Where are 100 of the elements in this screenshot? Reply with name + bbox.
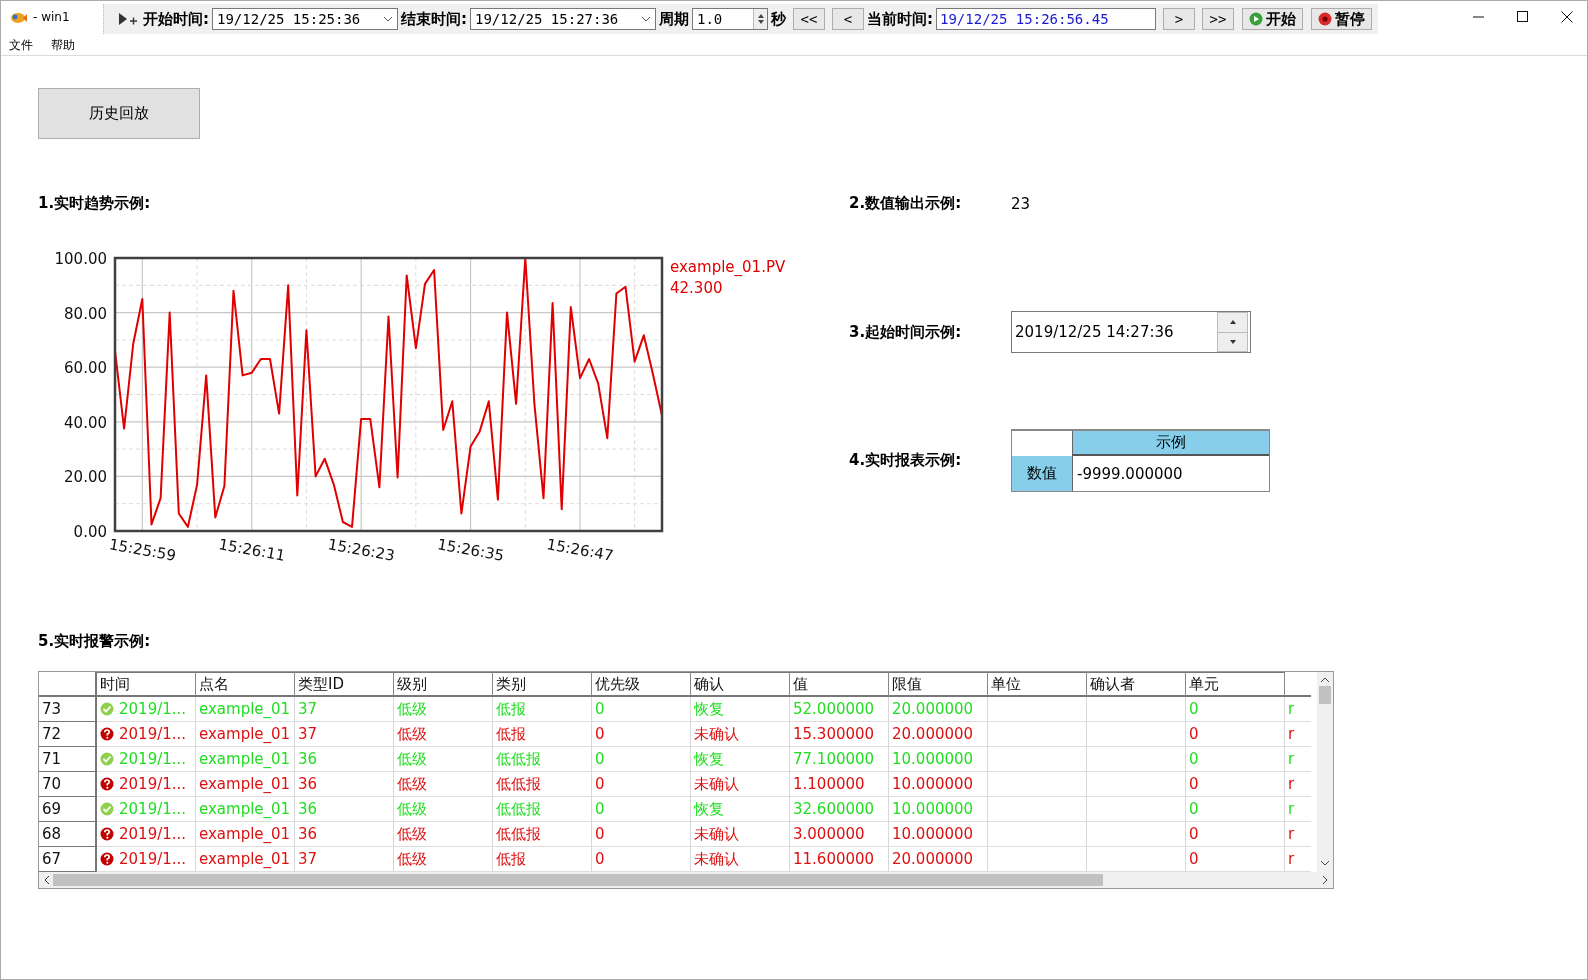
table-cell: 低级 [394, 697, 493, 722]
table-cell: 低低报 [493, 772, 592, 797]
table-cell: 36 [295, 772, 394, 797]
table-cell: 低报 [493, 697, 592, 722]
table-cell: 52.000000 [790, 697, 889, 722]
column-header[interactable]: 确认者 [1087, 672, 1186, 697]
column-header[interactable]: 单位 [988, 672, 1087, 697]
menu-item[interactable]: 文件 [9, 37, 33, 55]
section-heading: 2.数值输出示例: [849, 194, 963, 213]
table-cell: 77.100000 [790, 747, 889, 772]
table-cell: 20.000000 [889, 722, 988, 747]
column-header[interactable]: 值 [790, 672, 889, 697]
table-cell: 10.000000 [889, 822, 988, 847]
maximize-icon[interactable] [1517, 11, 1529, 23]
table-cell: 0 [592, 822, 691, 847]
app-icon [9, 10, 27, 24]
nav-button[interactable]: >> [1202, 8, 1234, 30]
up-arrow-icon [1229, 320, 1236, 325]
table-cell: r [1285, 772, 1311, 797]
table-cell: example_01 [196, 722, 295, 747]
caret-icon [383, 16, 393, 22]
column-header[interactable]: 类别 [493, 672, 592, 697]
table-cell: 37 [295, 697, 394, 722]
table-cell: 2019/1... [119, 725, 187, 743]
column-header[interactable]: 优先级 [592, 672, 691, 697]
table-cell: 2019/1... [119, 825, 187, 843]
history-playback-button[interactable]: 历史回放 [38, 88, 200, 139]
horizontal-scrollbar[interactable] [39, 872, 1333, 888]
menu-item[interactable]: 帮助 [51, 37, 75, 55]
period-label: 周期 [659, 9, 689, 29]
table-cell: 2019/1... [119, 700, 187, 718]
nav-button[interactable]: > [1163, 8, 1195, 30]
spin-arrows-icon [756, 13, 765, 25]
table-corner [39, 672, 97, 697]
nav-button[interactable]: << [793, 8, 825, 30]
table-cell: 0 [592, 747, 691, 772]
section-heading: 3.起始时间示例: [849, 322, 963, 342]
axis-tick-label: 15:25:59 [107, 535, 178, 564]
table-cell: 未确认 [691, 772, 790, 797]
numeric-output: 23 [1011, 194, 1031, 213]
nav-button[interactable]: < [832, 8, 864, 30]
column-header[interactable]: 类型ID [295, 672, 394, 697]
axis-tick-label: 0.00 [73, 523, 107, 541]
column-header[interactable]: 确认 [691, 672, 790, 697]
table-cell: example_01 [196, 772, 295, 797]
table-cell: 2019/1... [119, 800, 187, 818]
end-time-label: 结束时间: [401, 9, 467, 29]
column-header[interactable]: 限值 [889, 672, 988, 697]
period-spinbox[interactable]: 1.0 [692, 8, 768, 30]
table-cell: 恢复 [691, 697, 790, 722]
vertical-scrollbar[interactable] [1317, 672, 1333, 872]
seconds-label: 秒 [771, 9, 786, 29]
row-number: 72 [39, 722, 97, 747]
axis-tick-label: 60.00 [64, 359, 107, 378]
axis-tick-label: 40.00 [64, 413, 107, 432]
section-heading: 1.实时趋势示例: [38, 194, 152, 213]
table-cell: 低低报 [493, 747, 592, 772]
play-icon [1249, 12, 1263, 26]
row-number: 68 [39, 822, 97, 847]
datetime-spinbox[interactable]: 2019/12/25 14:27:36 [1011, 311, 1251, 353]
axis-tick-label: 15:26:47 [545, 535, 615, 564]
table-cell: 36 [295, 747, 394, 772]
table-cell: 37 [295, 722, 394, 747]
table-cell: 2019/1... [119, 850, 187, 868]
close-icon[interactable] [1561, 11, 1573, 23]
caret-icon [641, 16, 651, 22]
column-header[interactable]: 时间 [97, 672, 196, 697]
column-header[interactable]: 点名 [196, 672, 295, 697]
pause-button[interactable]: 暂停 [1311, 8, 1372, 30]
start-button[interactable]: 开始 [1242, 8, 1303, 30]
section-heading: 4.实时报表示例: [849, 451, 963, 470]
column-header[interactable]: 单元 [1186, 672, 1285, 697]
scroll-thumb[interactable] [1319, 686, 1331, 704]
axis-tick-label: 15:26:35 [436, 535, 506, 564]
table-cell: example_01 [196, 747, 295, 772]
table-cell: 低级 [394, 722, 493, 747]
current-time-field[interactable]: 19/12/25 15:26:56.45 [936, 8, 1156, 30]
table-cell: 3.000000 [790, 822, 889, 847]
table-cell: 恢复 [691, 747, 790, 772]
end-time-dropdown[interactable]: 19/12/25 15:27:36 [470, 8, 656, 30]
table-cell: 0 [1186, 772, 1285, 797]
record-icon [1318, 12, 1332, 26]
table-cell: 36 [295, 797, 394, 822]
row-number: 70 [39, 772, 97, 797]
start-time-dropdown[interactable]: 19/12/25 15:25:36 [212, 8, 398, 30]
table-cell: 未确认 [691, 722, 790, 747]
table-cell: 低低报 [493, 797, 592, 822]
row-number: 69 [39, 797, 97, 822]
start-time-label: 开始时间: [143, 9, 209, 29]
table-cell: 0 [1186, 822, 1285, 847]
axis-tick-label: 15:26:23 [326, 535, 397, 564]
scroll-thumb[interactable] [53, 874, 1103, 886]
table-cell: 低级 [394, 747, 493, 772]
table-cell: 未确认 [691, 822, 790, 847]
table-cell: r [1285, 822, 1311, 847]
table-cell: 2019/1... [119, 750, 187, 768]
table-cell: 0 [1186, 747, 1285, 772]
table-cell: -9999.000000 [1072, 456, 1269, 491]
column-header: 示例 [1072, 431, 1269, 456]
column-header[interactable]: 级别 [394, 672, 493, 697]
